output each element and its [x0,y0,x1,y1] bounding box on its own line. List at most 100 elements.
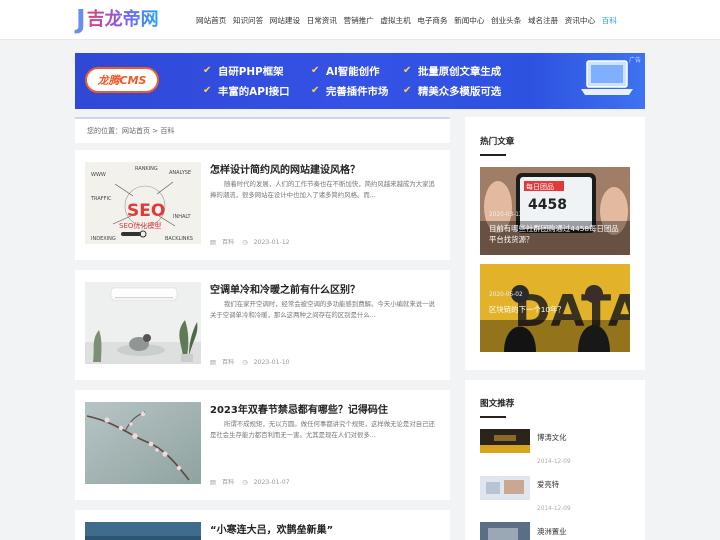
svg-text:RANKING: RANKING [135,166,158,172]
nav-item-web-build[interactable]: 网站建设 [270,15,300,26]
recommend-title[interactable]: 爱亮特 [537,479,559,490]
ad-label: 广告 [628,57,641,64]
check-icon: ✔ [203,64,212,76]
nav-item-daily-news[interactable]: 日常资讯 [307,15,337,26]
banner-feature: ✔ 批量原创文章生成 [403,64,502,78]
svg-text:ANALYSE: ANALYSE [169,170,191,176]
svg-text:INDEXING: INDEXING [91,236,116,242]
nav-item-encyclopedia[interactable]: 百科 [602,15,617,26]
article-card[interactable]: SEO SEO优化模型 WWW RANKING ANALYSE TRAFFIC … [75,150,450,260]
recommend-title[interactable]: 博涛文化 [537,432,567,443]
article-date: 2023-01-12 [253,239,290,246]
breadcrumb[interactable]: 您的位置：网站首页 > 百科 [75,117,450,143]
recommend-thumbnail[interactable] [480,429,530,453]
article-category[interactable]: 百科 [222,239,234,246]
banner-feature: ✔ 丰富的API接口 [203,84,290,98]
article-thumbnail[interactable] [85,402,201,484]
recommend-thumbnail[interactable] [480,522,530,540]
article-excerpt: 随着时代的发展，人们的工作节奏也在不断加快，简约风越来越成为大家追捧的潮流，很多… [210,180,435,199]
article-title[interactable]: 空调单冷和冷暖之前有什么区别？ [210,281,360,296]
article-title[interactable]: 怎样设计简约风的网站建设风格？ [210,161,360,176]
clock-icon: ◷ [242,479,248,486]
nav-item-marketing[interactable]: 营销推广 [344,15,374,26]
nav-item-info-center[interactable]: 资讯中心 [565,15,595,26]
article-card[interactable]: 空调单冷和冷暖之前有什么区别？ 我们在家开空调时，经常会被空调的多功能感到费解。… [75,270,450,380]
folder-icon: ▤ [210,239,216,246]
svg-text:TRAFFIC: TRAFFIC [90,196,112,202]
svg-text:BACKLINKS: BACKLINKS [165,236,193,242]
widget-title: 热门文章 [480,137,515,147]
svg-text:INHALT: INHALT [173,214,191,220]
clock-icon: ◷ [242,239,248,246]
nav-item-domain[interactable]: 域名注册 [528,15,558,26]
clock-icon: ◷ [242,359,248,366]
article-thumbnail[interactable] [85,522,201,540]
ad-banner[interactable]: 龙腾CMS ✔ 自研PHP框架 ✔ AI智能创作 ✔ 批量原创文章生成 ✔ 丰富的API… [75,53,645,109]
hot-article-card[interactable]: DATA 2020-05-02 区块链的下一个10年？ [480,264,630,352]
widget-title: 图文推荐 [480,399,515,409]
svg-text:每日团品: 每日团品 [526,182,554,191]
nav-item-home[interactable]: 网站首页 [196,15,226,26]
article-category[interactable]: 百科 [222,359,234,366]
recommend-image [480,522,530,540]
recommend-date: 2014-12-09 [537,506,571,512]
article-meta: ▤ 百科 ◷ 2023-01-12 [210,237,296,246]
banner-brand-logo: 龙腾CMS [85,67,159,93]
article-title[interactable]: “小寒连大吕，欢鹊垒新巢” [210,521,333,536]
logo-text: 吉龙帝网 [87,6,159,34]
logo-mark: J [76,5,86,35]
site-logo[interactable]: J 吉龙帝网 [76,6,159,34]
recommend-title[interactable]: 澳洲置业 [537,526,567,537]
article-thumbnail[interactable] [85,282,201,364]
seo-text: SEO [127,201,165,221]
seo-subtext: SEO优化模型 [119,221,161,230]
article-meta: ▤ 百科 ◷ 2023-01-10 [210,357,296,366]
main-nav: 网站首页 知识问答 网站建设 日常资讯 营销推广 虚拟主机 电子商务 新闻中心 … [196,0,623,40]
article-category[interactable]: 百科 [222,479,234,486]
article-excerpt: 所谓不成规矩，无以方圆。做任何事都讲究个规矩，这样做无论是对自己还是社会生存能力… [210,420,435,439]
nav-item-ecommerce[interactable]: 电子商务 [417,15,447,26]
laptop-icon [581,60,633,95]
article-title[interactable]: 2023年双春节禁忌都有哪些？记得码住 [210,401,388,416]
banner-feature: ✔ 完善插件市场 [311,84,389,98]
banner-feature: ✔ 自研PHP框架 [203,64,284,78]
site-header: J 吉龙帝网 网站首页 知识问答 网站建设 日常资讯 营销推广 虚拟主机 电子商… [0,0,720,40]
hot-article-date: 2020-05-02 [489,292,523,298]
article-date: 2023-01-10 [253,359,290,366]
article-meta: ▤ 百科 ◷ 2023-01-07 [210,477,296,486]
recommend-image [480,476,530,500]
check-icon: ✔ [403,84,412,96]
article-date: 2023-01-07 [253,479,290,486]
check-icon: ✔ [311,64,320,76]
check-icon: ✔ [311,84,320,96]
check-icon: ✔ [403,64,412,76]
recommend-date: 2014-12-09 [537,459,571,465]
recommend-thumbnail[interactable] [480,476,530,500]
article-card[interactable]: “小寒连大吕，欢鹊垒新巢” [75,510,450,540]
article-thumbnail[interactable]: SEO SEO优化模型 WWW RANKING ANALYSE TRAFFIC … [85,162,201,244]
article-card[interactable]: 2023年双春节禁忌都有哪些？记得码住 所谓不成规矩，无以方圆。做任何事都讲究个… [75,390,450,500]
air-conditioner-image [85,282,201,364]
nav-item-news-center[interactable]: 新闻中心 [454,15,484,26]
seo-diagram-image: SEO SEO优化模型 WWW RANKING ANALYSE TRAFFIC … [85,162,201,244]
folder-icon: ▤ [210,359,216,366]
folder-icon: ▤ [210,479,216,486]
nav-item-startup[interactable]: 创业头条 [491,15,521,26]
widget-title-underline [480,154,506,156]
hot-article-card[interactable]: 每日团品 4458 2020-03-12 目前有哪些社群团购通过4458每日团品… [480,167,630,255]
widget-title-underline [480,416,506,418]
svg-text:4458: 4458 [528,197,567,213]
article-image [85,522,201,540]
recommend-image [480,429,530,453]
plum-blossom-image [85,402,201,484]
image-recommend-widget: 图文推荐 博涛文化 2014-12-09 爱亮特 2014-12-09 澳洲置业 [465,380,645,540]
banner-feature: ✔ AI智能创作 [311,64,380,78]
svg-text:WWW: WWW [91,172,106,178]
hot-articles-widget: 热门文章 每日团品 4458 2020-03-12 目前有哪些社群团购通过445… [465,117,645,370]
hot-article-title[interactable]: 目前有哪些社群团购通过4458每日团品平台找货源？ [489,223,623,245]
check-icon: ✔ [203,84,212,96]
nav-item-qa[interactable]: 知识问答 [233,15,263,26]
hot-article-title[interactable]: 区块链的下一个10年？ [489,304,623,315]
nav-item-hosting[interactable]: 虚拟主机 [380,15,410,26]
article-excerpt: 我们在家开空调时，经常会被空调的多功能感到费解。今天小编就来说一说关于空调单冷和… [210,300,435,319]
